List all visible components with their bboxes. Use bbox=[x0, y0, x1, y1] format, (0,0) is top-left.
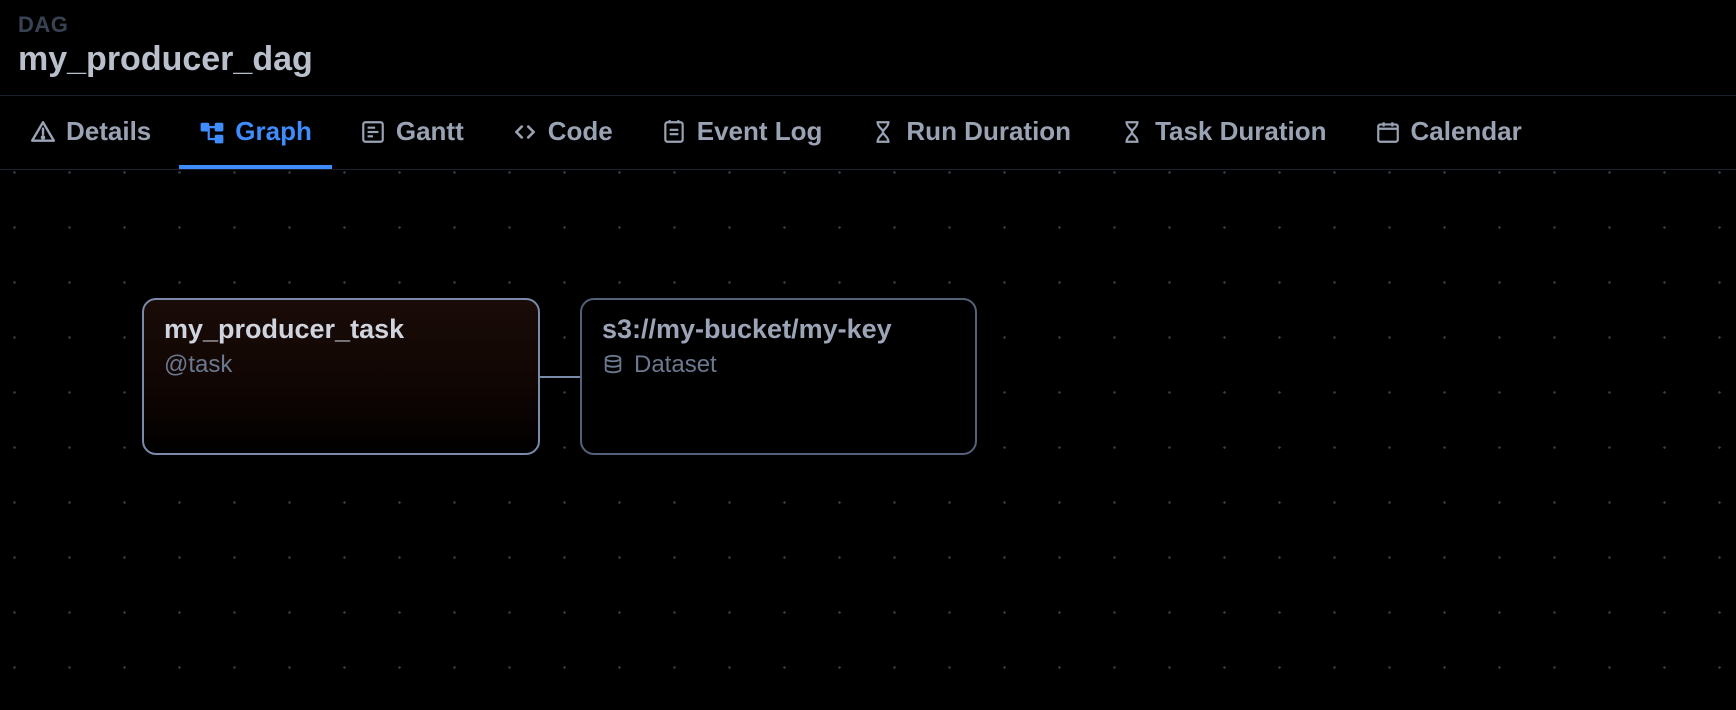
tab-label: Calendar bbox=[1411, 116, 1522, 147]
tab-label: Gantt bbox=[396, 116, 464, 147]
graph-canvas[interactable]: my_producer_task @task s3://my-bucket/my… bbox=[0, 170, 1736, 702]
graph-node-task[interactable]: my_producer_task @task bbox=[142, 298, 540, 455]
tab-task-duration[interactable]: Task Duration bbox=[1099, 96, 1346, 169]
page-title: my_producer_dag bbox=[18, 40, 1718, 79]
alert-triangle-icon bbox=[30, 119, 56, 145]
tab-label: Run Duration bbox=[906, 116, 1071, 147]
node-subtitle: @task bbox=[164, 351, 518, 379]
node-title: my_producer_task bbox=[164, 314, 518, 345]
calendar-icon bbox=[1375, 119, 1401, 145]
tab-calendar[interactable]: Calendar bbox=[1355, 96, 1542, 169]
tab-graph[interactable]: Graph bbox=[179, 96, 332, 169]
node-title: s3://my-bucket/my-key bbox=[602, 314, 955, 345]
hourglass-icon bbox=[870, 119, 896, 145]
node-subtitle: Dataset bbox=[602, 351, 955, 379]
graph-edge bbox=[540, 376, 580, 378]
tab-label: Details bbox=[66, 116, 151, 147]
tab-label: Task Duration bbox=[1155, 116, 1326, 147]
code-icon bbox=[512, 119, 538, 145]
hourglass-icon bbox=[1119, 119, 1145, 145]
tab-label: Graph bbox=[235, 116, 312, 147]
tab-gantt[interactable]: Gantt bbox=[340, 96, 484, 169]
database-icon bbox=[602, 354, 624, 376]
gantt-icon bbox=[360, 119, 386, 145]
graph-icon bbox=[199, 119, 225, 145]
tab-event-log[interactable]: Event Log bbox=[641, 96, 843, 169]
tab-details[interactable]: Details bbox=[10, 96, 171, 169]
event-log-icon bbox=[661, 119, 687, 145]
page-header: DAG my_producer_dag bbox=[0, 0, 1736, 95]
tab-label: Code bbox=[548, 116, 613, 147]
header-eyebrow: DAG bbox=[18, 12, 1718, 38]
tab-label: Event Log bbox=[697, 116, 823, 147]
tab-bar: Details Graph Gantt bbox=[0, 95, 1736, 170]
tab-run-duration[interactable]: Run Duration bbox=[850, 96, 1091, 169]
tab-code[interactable]: Code bbox=[492, 96, 633, 169]
graph-node-dataset[interactable]: s3://my-bucket/my-key Dataset bbox=[580, 298, 977, 455]
